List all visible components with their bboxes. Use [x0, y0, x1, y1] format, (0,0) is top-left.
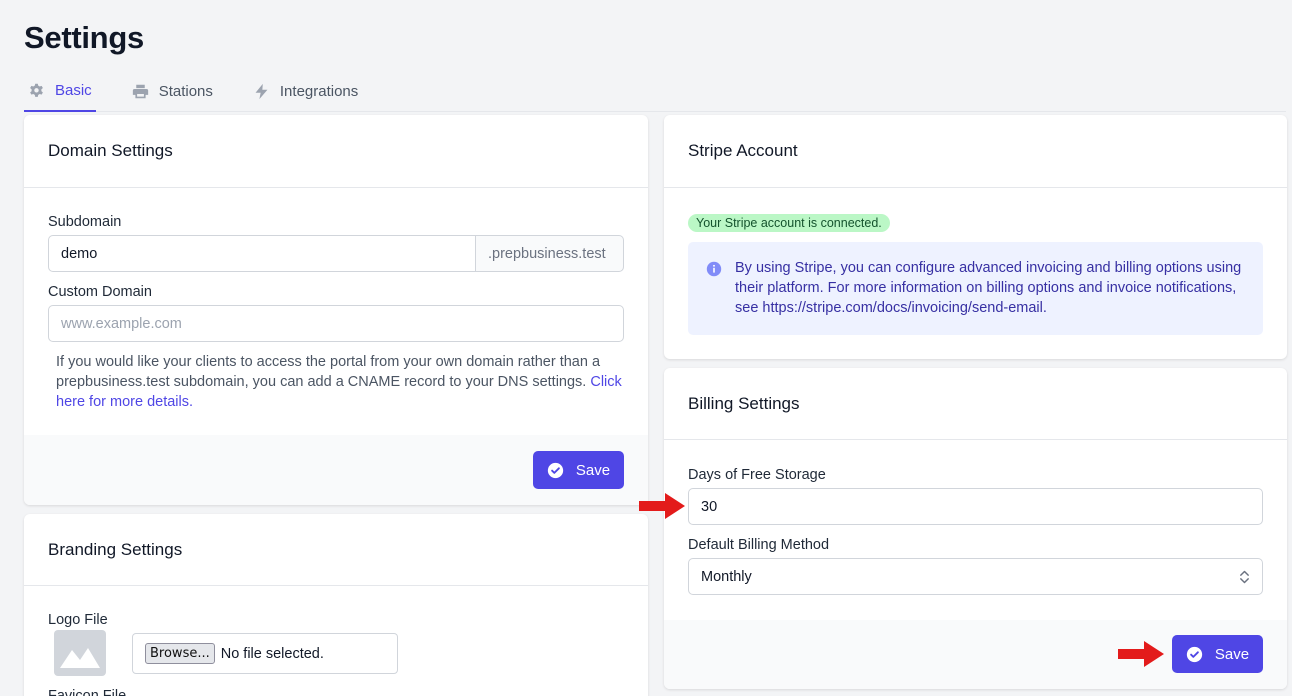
favicon-label: Favicon File: [48, 688, 127, 696]
annotation-arrow-icon: [1118, 641, 1164, 667]
selected-billing-method: Monthly: [701, 568, 752, 585]
page-title: Settings: [24, 20, 144, 55]
subdomain-suffix: .prepbusiness.test: [476, 235, 624, 272]
button-label: Save: [1214, 645, 1250, 663]
tab-label: Integrations: [279, 82, 359, 100]
logo-file-input[interactable]: Browse... No file selected.: [132, 633, 398, 674]
annotation-arrow-icon: [639, 493, 685, 519]
logo-label: Logo File: [48, 612, 108, 628]
browse-button[interactable]: Browse...: [145, 643, 215, 664]
image-icon: [60, 648, 100, 668]
card-footer: Save: [24, 435, 648, 505]
custom-domain-help: If you would like your clients to access…: [56, 352, 626, 412]
subdomain-group: demo .prepbusiness.test: [48, 235, 624, 272]
domain-settings-card: Domain Settings Subdomain demo .prepbusi…: [24, 115, 648, 505]
card-title: Branding Settings: [24, 514, 648, 586]
info-text: By using Stripe, you can configure advan…: [735, 260, 1242, 316]
tab-basic[interactable]: Basic: [24, 70, 96, 112]
tab-stations[interactable]: Stations: [128, 70, 217, 112]
custom-domain-label: Custom Domain: [48, 284, 152, 300]
billing-method-select[interactable]: Monthly: [688, 558, 1263, 595]
subdomain-label: Subdomain: [48, 214, 122, 230]
check-circle-icon: [1186, 646, 1203, 662]
stripe-status-badge: Your Stripe account is connected.: [688, 214, 890, 232]
billing-save-button[interactable]: Save: [1172, 635, 1263, 673]
free-storage-label: Days of Free Storage: [688, 467, 826, 483]
tab-integrations[interactable]: Integrations: [249, 70, 362, 112]
info-icon: [706, 261, 722, 277]
card-title: Stripe Account: [664, 115, 1287, 188]
card-footer: Save: [664, 620, 1287, 689]
custom-domain-input[interactable]: www.example.com: [48, 305, 624, 342]
tab-label: Basic: [55, 81, 92, 99]
select-arrows-icon: [1240, 570, 1249, 583]
domain-save-button[interactable]: Save: [533, 451, 624, 489]
help-text: If you would like your clients to access…: [56, 354, 601, 390]
subdomain-input[interactable]: demo: [48, 235, 476, 272]
stripe-account-card: Stripe Account Your Stripe account is co…: [664, 115, 1287, 359]
lightning-icon: [255, 83, 268, 99]
card-title: Billing Settings: [664, 368, 1287, 440]
printer-icon: [132, 84, 148, 98]
branding-settings-card: Branding Settings Logo File Browse... No…: [24, 514, 648, 696]
stripe-info-box: By using Stripe, you can configure advan…: [688, 242, 1263, 335]
billing-settings-card: Billing Settings Days of Free Storage 30…: [664, 368, 1287, 689]
button-label: Save: [575, 461, 611, 479]
settings-tabs: Basic Stations Integrations: [24, 70, 1286, 112]
billing-method-label: Default Billing Method: [688, 537, 830, 553]
free-storage-input[interactable]: 30: [688, 488, 1263, 525]
file-status: No file selected.: [220, 645, 324, 662]
card-title: Domain Settings: [24, 115, 648, 188]
tab-label: Stations: [158, 82, 213, 100]
check-circle-icon: [547, 462, 564, 478]
logo-placeholder-image: [54, 630, 106, 676]
gear-icon: [30, 83, 43, 97]
